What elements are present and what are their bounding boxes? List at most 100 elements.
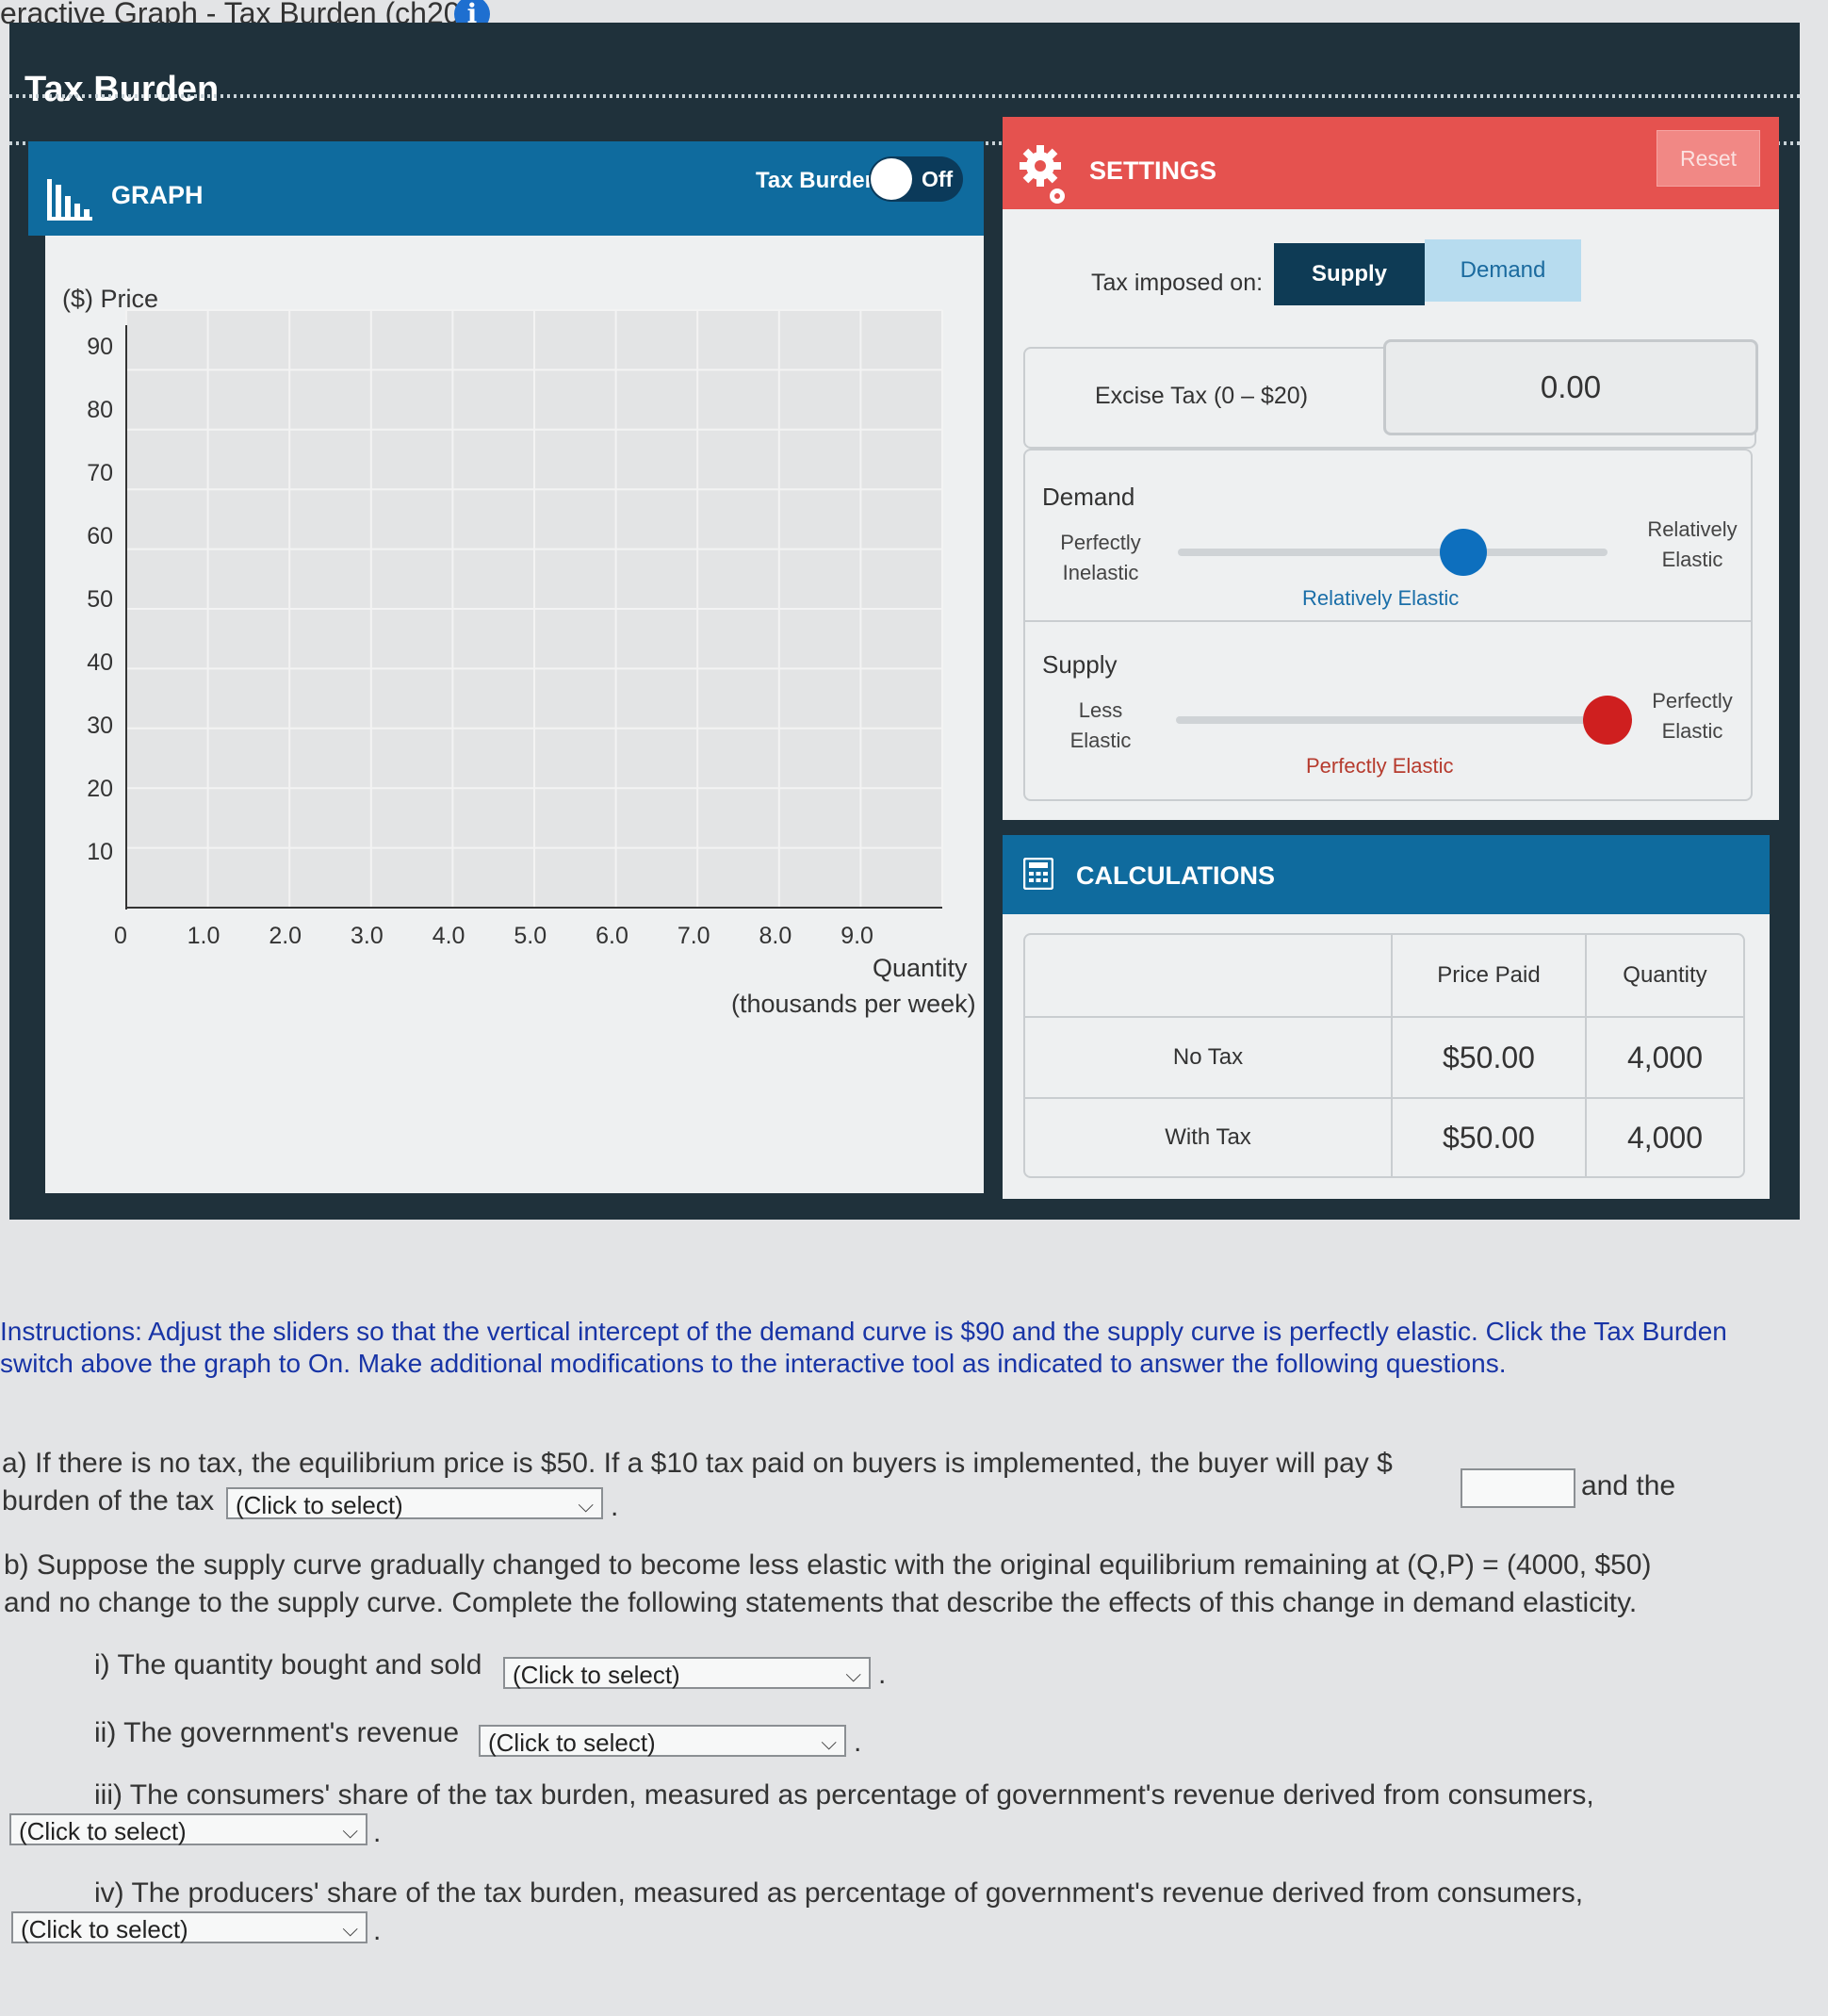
demand-slider-handle[interactable]	[1440, 529, 1487, 576]
supply-slider-track[interactable]	[1176, 716, 1606, 724]
graph-title: GRAPH	[111, 181, 204, 209]
y-tick-label: 30	[87, 713, 113, 739]
calculator-icon	[1023, 858, 1053, 890]
label-line: Less	[1078, 698, 1123, 722]
slider-divider	[1023, 620, 1751, 622]
chevron-down-icon: ⌵	[578, 1493, 594, 1516]
supply-slider-handle[interactable]	[1583, 696, 1632, 745]
column-header-price: Price Paid	[1393, 935, 1587, 1018]
select-value: (Click to select)	[19, 1817, 187, 1845]
chevron-down-icon: ⌵	[821, 1730, 837, 1754]
revenue-select[interactable]: (Click to select) ⌵	[479, 1725, 846, 1757]
label-line: Elastic	[1661, 548, 1723, 571]
row-label: No Tax	[1025, 1018, 1393, 1100]
excise-tax-label: Excise Tax (0 – $20)	[1095, 383, 1309, 409]
y-tick-label: 80	[87, 397, 113, 423]
quantity-select[interactable]: (Click to select) ⌵	[503, 1657, 871, 1689]
x-tick-label: 4.0	[433, 923, 465, 947]
x-tick-label: 3.0	[351, 923, 384, 947]
supply-max-label: Perfectly Elastic	[1638, 686, 1747, 746]
period: .	[373, 1817, 382, 1848]
app-title: Tax Burden	[24, 70, 220, 109]
bar-chart-icon	[47, 179, 92, 221]
toggle-knob[interactable]	[871, 158, 912, 200]
buyer-price-input[interactable]	[1461, 1468, 1575, 1508]
x-tick-label: 9.0	[841, 923, 873, 947]
y-ticks: 90 80 70 60 50 40 30 20 10	[87, 334, 113, 865]
demand-min-label: Perfectly Inelastic	[1052, 528, 1150, 588]
question-a-text: a) If there is no tax, the equilibrium p…	[2, 1448, 1393, 1479]
x-axis-subtitle: (thousands per week)	[731, 990, 976, 1018]
y-tick-label: 60	[87, 523, 113, 549]
price-cell: $50.00	[1393, 1018, 1587, 1100]
tab-demand[interactable]: Demand	[1425, 239, 1581, 302]
x-tick-label: 0	[114, 923, 127, 947]
producer-share-select[interactable]: (Click to select) ⌵	[11, 1911, 367, 1943]
label-line: Inelastic	[1062, 561, 1139, 584]
question-a-continuation: and the	[1581, 1470, 1676, 1501]
x-tick-label: 5.0	[514, 923, 547, 947]
chevron-down-icon: ⌵	[845, 1663, 861, 1686]
label-line: Perfectly	[1652, 689, 1733, 713]
table-corner	[1025, 935, 1393, 1018]
period: .	[854, 1727, 862, 1758]
x-tick-label: 8.0	[759, 923, 792, 947]
label-line: Elastic	[1661, 719, 1723, 743]
y-tick-label: 50	[87, 586, 113, 613]
tax-imposed-label: Tax imposed on:	[1091, 270, 1264, 296]
demand-max-label: Relatively Elastic	[1638, 515, 1747, 575]
quantity-cell: 4,000	[1586, 1018, 1743, 1100]
y-tick-label: 90	[87, 334, 113, 360]
chevron-down-icon: ⌵	[342, 1819, 358, 1843]
column-header-quantity: Quantity	[1586, 935, 1743, 1018]
period: .	[878, 1659, 887, 1690]
question-iv-text: iv) The producers' share of the tax burd…	[94, 1877, 1584, 1909]
x-tick-label: 6.0	[596, 923, 628, 947]
row-label: With Tax	[1025, 1099, 1393, 1176]
supply-slider-value: Perfectly Elastic	[1306, 754, 1454, 778]
quantity-cell: 4,000	[1626, 1120, 1704, 1155]
tax-burden-select[interactable]: (Click to select) ⌵	[226, 1487, 603, 1519]
label-line: Relatively	[1647, 517, 1738, 541]
select-value: (Click to select)	[236, 1491, 403, 1519]
select-value: (Click to select)	[21, 1915, 188, 1943]
demand-slider-value: Relatively Elastic	[1302, 586, 1460, 610]
divider	[9, 94, 1800, 98]
table-row: No Tax $50.00 4,000	[1025, 1018, 1743, 1100]
question-ii-text: ii) The government's revenue	[94, 1717, 460, 1748]
toggle-state: Off	[922, 167, 954, 191]
table-header-row: Price Paid Quantity	[1025, 935, 1743, 1018]
demand-slider-heading: Demand	[1042, 483, 1135, 511]
chevron-down-icon: ⌵	[342, 1917, 358, 1941]
graph-plot[interactable]: 90 80 70 60 50 40 30 20 10 0 1.0 2.0 3.0 4.0 5.0 6.0 7.…	[85, 306, 971, 947]
select-value: (Click to select)	[488, 1729, 656, 1757]
question-iii-text: iii) The consumers' share of the tax bur…	[94, 1779, 1594, 1811]
y-tick-label: 40	[87, 649, 113, 676]
calculations-title: CALCULATIONS	[1076, 861, 1275, 890]
tax-burden-label: Tax Burden	[756, 168, 879, 193]
label-line: Perfectly	[1060, 531, 1141, 554]
calculations-table: Price Paid Quantity No Tax $50.00 4,000 …	[1023, 933, 1745, 1178]
y-tick-label: 70	[87, 460, 113, 486]
x-axis-title: Quantity	[873, 954, 968, 982]
question-i-text: i) The quantity bought and sold	[94, 1649, 482, 1680]
period: .	[373, 1915, 382, 1946]
x-tick-label: 1.0	[188, 923, 220, 947]
instructions-text: Instructions: Adjust the sliders so that…	[0, 1317, 1727, 1378]
question-b-text-2: and no change to the supply curve. Compl…	[4, 1587, 1638, 1618]
supply-min-label: Less Elastic	[1052, 696, 1150, 756]
reset-button[interactable]: Reset	[1657, 130, 1760, 187]
tab-supply[interactable]: Supply	[1274, 243, 1425, 305]
demand-slider-track[interactable]	[1178, 549, 1608, 556]
x-tick-label: 2.0	[269, 923, 302, 947]
x-tick-label: 7.0	[677, 923, 710, 947]
settings-title: SETTINGS	[1089, 156, 1217, 185]
price-cell: $50.00	[1393, 1099, 1587, 1176]
question-b-text: b) Suppose the supply curve gradually ch…	[4, 1549, 1652, 1581]
consumer-share-select[interactable]: (Click to select) ⌵	[9, 1813, 367, 1845]
gear-icon	[1020, 145, 1065, 204]
x-ticks: 0 1.0 2.0 3.0 4.0 5.0 6.0 7.0 8.0 9.0	[114, 923, 873, 947]
y-tick-label: 10	[87, 839, 113, 865]
question-a-line2: burden of the tax	[2, 1485, 215, 1516]
excise-tax-input[interactable]: 0.00	[1383, 339, 1758, 435]
